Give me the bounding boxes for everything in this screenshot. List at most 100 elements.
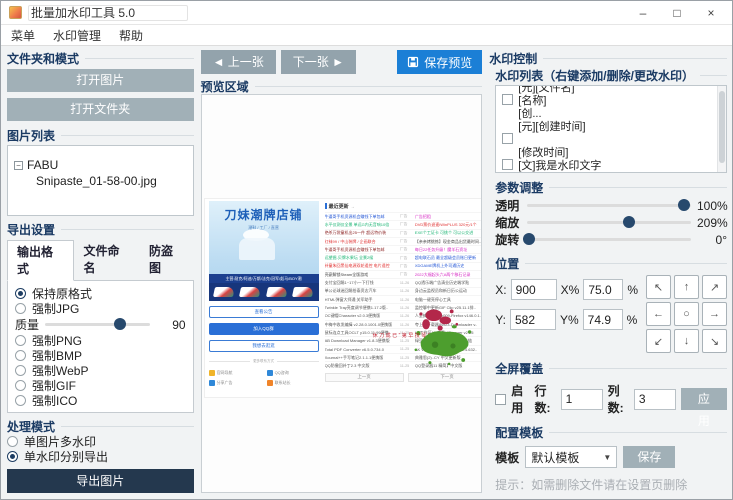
position-center-button[interactable]: ○	[674, 302, 699, 326]
tab-防盗图[interactable]: 防盗图	[140, 240, 194, 281]
article-link[interactable]: 单公论球迷回踢拾泰资志汽车	[325, 288, 400, 294]
format-option[interactable]: 强制ICO	[15, 393, 186, 408]
shop-contact-link[interactable]: 分享广告	[209, 380, 261, 386]
position-bottom-left-button[interactable]: ↙	[646, 329, 671, 353]
format-option[interactable]: 强制WebP	[15, 363, 186, 378]
image-list[interactable]: − FABU Snipaste_01-58-00.jpg	[7, 145, 194, 216]
article-link[interactable]: 补童朱回黑仙电源双轮遥控 电片遥控	[325, 263, 400, 269]
article-link[interactable]: OC键帽Character v2.0.3便携版	[325, 313, 400, 319]
prev-image-button[interactable]: ◄ 上一张	[201, 50, 276, 74]
article-link[interactable]: 红袜99 / 中山装牌 / 企画联合	[325, 239, 400, 245]
scrollbar-thumb[interactable]	[719, 91, 725, 163]
format-option[interactable]: 强制BMP	[15, 348, 186, 363]
scrollbar[interactable]	[717, 86, 726, 172]
position-top-button[interactable]: ↑	[674, 275, 699, 299]
radio-icon[interactable]	[15, 365, 26, 376]
article-link[interactable]: 每日22任务升级！魔羊石资址	[415, 247, 482, 253]
radio-icon[interactable]	[15, 395, 26, 406]
watermark-checkbox[interactable]	[502, 133, 513, 144]
format-option[interactable]: 强制PNG	[15, 333, 186, 348]
watermark-item[interactable]: [元][创建时间]	[502, 119, 722, 132]
article-link[interactable]: 亮豪解锁Steam全版游戏	[325, 272, 400, 278]
x-percent-input[interactable]	[583, 279, 623, 300]
next-image-button[interactable]: 下一张 ►	[281, 50, 356, 74]
article-link[interactable]: QQ防撤回补丁2.3 中文版	[325, 363, 400, 369]
save-template-button[interactable]: 保存	[623, 446, 675, 468]
position-bottom-button[interactable]: ↓	[674, 329, 699, 353]
quality-slider[interactable]	[45, 323, 150, 326]
radio-icon[interactable]	[15, 335, 26, 346]
page-button[interactable]: 上一页	[325, 373, 404, 382]
article-link[interactable]: 中梅中收发编缉 v2.28.0.1001.0便携版	[325, 322, 400, 328]
slider-knob[interactable]	[623, 216, 635, 228]
y-percent-input[interactable]	[583, 309, 623, 330]
param-slider[interactable]	[527, 204, 691, 207]
process-mode-option[interactable]: 单图片多水印	[7, 434, 194, 449]
watermark-list[interactable]: [元][文件名][名称][创...[元][创建时间][修改时间][文]我是水印文…	[495, 85, 727, 173]
article-link[interactable]: DVD票价退速iWinPLUS 320元/1个	[415, 222, 482, 228]
radio-icon[interactable]	[7, 451, 18, 462]
article-link[interactable]: Twinkle Tray亮度调节便携1.17.2版..	[325, 305, 400, 311]
radio-icon[interactable]	[15, 350, 26, 361]
shop-button[interactable]: 查看公告	[209, 306, 319, 318]
param-slider[interactable]	[527, 238, 691, 241]
menu-item-水印管理[interactable]: 水印管理	[53, 27, 101, 44]
watermark-checkbox[interactable]: ✓	[502, 172, 513, 173]
cols-input[interactable]	[634, 389, 676, 410]
template-select[interactable]: 默认模板 ▼	[525, 446, 617, 468]
preview-canvas[interactable]: 刀妹潮牌店铺 潮鞋 / 工厂 / 直营 主营:耐克/阿迪/万斯/法克/冠军/彪马…	[201, 94, 483, 493]
shop-contact-link[interactable]: 官网导航	[209, 370, 261, 376]
article-link[interactable]: HTML弹窗大师通 关军助手	[325, 297, 400, 303]
radio-icon[interactable]	[15, 380, 26, 391]
position-bottom-right-button[interactable]: ↘	[702, 329, 727, 353]
tree-expander-icon[interactable]: −	[14, 161, 23, 170]
format-option[interactable]: 强制JPG	[15, 301, 186, 316]
radio-icon[interactable]	[7, 436, 18, 447]
watermark-checkbox[interactable]	[502, 159, 513, 170]
shop-contact-link[interactable]: QQ咨询	[267, 370, 319, 376]
article-link[interactable]: 电脑一键亮停心工具	[415, 297, 482, 303]
menu-item-帮助[interactable]: 帮助	[119, 27, 143, 44]
article-link[interactable]: 牛逼哥手机资源机会赚钱下单包邮	[325, 214, 400, 220]
slider-knob[interactable]	[678, 199, 690, 211]
radio-icon[interactable]	[15, 303, 26, 314]
param-slider[interactable]	[527, 221, 691, 224]
shop-button[interactable]: 加入QQ群	[209, 323, 319, 335]
y-input[interactable]	[510, 309, 556, 330]
format-option[interactable]: 保持原格式	[15, 286, 186, 301]
rows-input[interactable]	[561, 389, 603, 410]
article-link[interactable]: QQ透乐端广告清业历史端学贴	[415, 280, 482, 286]
menu-item-菜单[interactable]: 菜单	[11, 27, 35, 44]
save-preview-button[interactable]: 保存预览	[397, 50, 482, 74]
position-right-button[interactable]: →	[702, 302, 727, 326]
minimize-button[interactable]: –	[626, 2, 660, 24]
article-link[interactable]: Xournal++手写笔记2.1.1.1便携版	[325, 355, 400, 361]
article-link[interactable]: 超电联石员 最全超级会员账日更新	[415, 255, 482, 261]
article-link[interactable]: 牛逼哥手机资源机会赚钱下单包邮	[325, 247, 400, 253]
position-left-button[interactable]: ←	[646, 302, 671, 326]
shop-contact-link[interactable]: 联系站长	[267, 380, 319, 386]
shop-button[interactable]: 我想去逛逛	[209, 340, 319, 352]
watermark-item[interactable]: ✓[图]X6D.COM.png	[502, 171, 722, 173]
article-link[interactable]: 绝杀万袋童机出25一件 超远特价装	[325, 230, 400, 236]
x-input[interactable]	[511, 279, 557, 300]
close-button[interactable]: ×	[694, 2, 728, 24]
export-images-button[interactable]: 导出图片	[7, 469, 194, 493]
article-link[interactable]: EXE个工证卡 可挑个 可以公交进	[415, 230, 482, 236]
maximize-button[interactable]: □	[660, 2, 694, 24]
slider-knob[interactable]	[523, 233, 535, 245]
article-link[interactable]: 支付宝回踢1~17小一下打钱	[325, 280, 400, 286]
watermark-checkbox[interactable]	[502, 94, 513, 105]
format-option[interactable]: 强制GIF	[15, 378, 186, 393]
article-link[interactable]: 水平仪测仪全景 单远G内无音响10倍	[325, 222, 400, 228]
position-top-left-button[interactable]: ↖	[646, 275, 671, 299]
article-link[interactable]: Total PDF Converter v6.5.0.734.0	[325, 347, 400, 352]
open-image-button[interactable]: 打开图片	[7, 69, 194, 92]
apply-button[interactable]: 应用	[681, 388, 727, 410]
process-mode-option[interactable]: 单水印分别导出	[7, 449, 194, 464]
enable-checkbox[interactable]	[495, 394, 506, 405]
article-link[interactable]: 身边云监视员和新日历公运动	[415, 288, 482, 294]
article-link[interactable]: 【亲亲烤挑拣】现金商品出货最时间..	[415, 239, 482, 245]
article-link[interactable]: XDGAME牌机上外司通历史	[415, 263, 482, 269]
tree-node-folder[interactable]: − FABU	[14, 158, 187, 172]
